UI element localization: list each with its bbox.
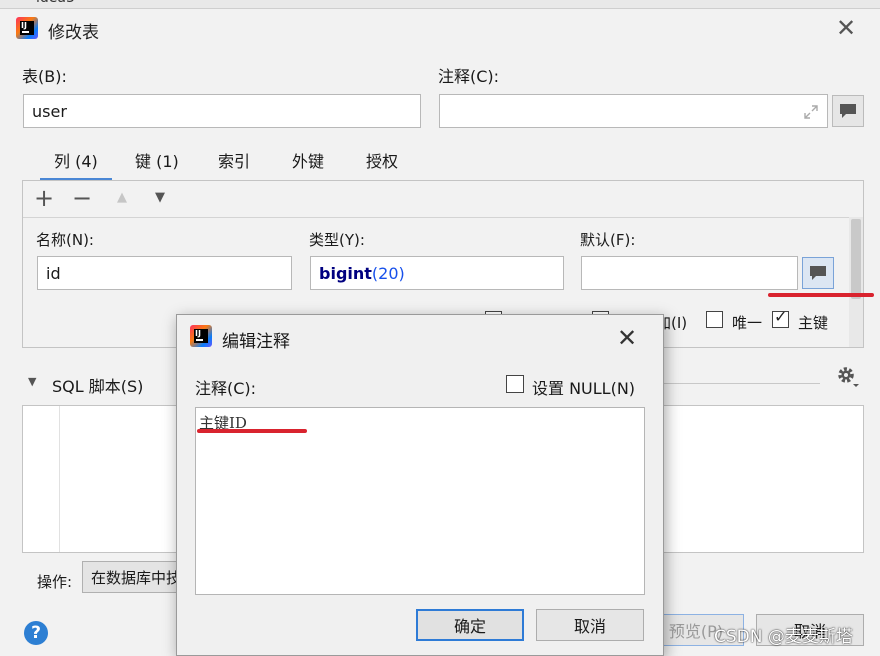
main-dialog-titlebar: IJ 修改表 ✕ <box>0 8 880 50</box>
expand-icon[interactable] <box>803 104 819 120</box>
table-comment-edit-button[interactable] <box>832 95 864 127</box>
intellij-logo-icon: IJ <box>16 17 38 39</box>
add-column-icon[interactable]: + <box>31 185 57 211</box>
csdn-watermark: CSDN @麦麦斯塔 <box>714 627 853 647</box>
column-type-label: 类型(Y): <box>309 231 365 249</box>
intellij-logo-icon: IJ <box>190 325 212 347</box>
tab-privileges[interactable]: 授权 <box>366 148 398 172</box>
comment-bubble-icon <box>810 266 826 280</box>
column-comment-edit-button[interactable] <box>802 257 834 289</box>
set-null-checkbox[interactable] <box>506 375 524 393</box>
table-name-label: 表(B): <box>22 67 67 86</box>
set-null-label: 设置 NULL(N) <box>532 379 636 398</box>
action-label: 操作: <box>37 573 73 591</box>
ok-button[interactable]: 确定 <box>416 609 524 641</box>
gear-icon[interactable] <box>836 365 860 389</box>
comment-bubble-icon <box>840 104 856 118</box>
tab-columns[interactable]: 列 (4) <box>40 148 112 181</box>
primary-key-checkbox[interactable] <box>772 307 789 328</box>
background-window-title: idea3 <box>36 0 75 6</box>
help-icon[interactable]: ? <box>24 621 48 645</box>
columns-scrollbar[interactable] <box>849 217 863 347</box>
move-down-icon[interactable]: ▼ <box>147 185 173 211</box>
sql-gutter <box>29 406 60 552</box>
column-type-input[interactable]: bigint (20) <box>310 256 564 290</box>
primary-key-label: 主键 <box>798 314 829 332</box>
annotation-underline <box>768 293 874 297</box>
edit-comment-cancel-button[interactable]: 取消 <box>536 609 644 641</box>
column-name-input[interactable]: id <box>37 256 292 290</box>
collapse-sql-icon[interactable]: ▼ <box>28 375 36 388</box>
table-comment-label: 注释(C): <box>438 67 500 86</box>
sql-section-label[interactable]: SQL 脚本(S) <box>52 373 143 397</box>
edit-comment-title: 编辑注释 <box>222 332 290 352</box>
table-name-input[interactable]: user <box>23 94 421 128</box>
column-default-input[interactable] <box>581 256 798 290</box>
tab-indexes[interactable]: 索引 <box>218 148 250 172</box>
main-dialog-title: 修改表 <box>48 23 99 43</box>
annotation-underline <box>197 429 307 433</box>
column-type-keyword: bigint <box>319 263 372 283</box>
tab-keys[interactable]: 键 (1) <box>135 148 179 172</box>
edit-comment-close-icon[interactable]: ✕ <box>617 326 637 350</box>
column-name-label: 名称(N): <box>36 231 94 249</box>
edit-comment-label: 注释(C): <box>195 379 257 398</box>
remove-column-icon[interactable]: − <box>69 185 95 211</box>
tab-foreign-keys[interactable]: 外键 <box>292 148 324 172</box>
unique-checkbox[interactable] <box>706 311 723 328</box>
edit-comment-dialog: IJ 编辑注释 ✕ 注释(C): 设置 NULL(N) 主键ID 确定 取消 <box>176 314 664 656</box>
main-dialog-close-icon[interactable]: ✕ <box>836 16 856 40</box>
column-type-args: (20) <box>371 263 405 283</box>
move-up-icon[interactable]: ▲ <box>109 185 135 211</box>
sql-section-divider <box>660 383 820 384</box>
column-default-label: 默认(F): <box>580 231 636 249</box>
comment-textarea[interactable]: 主键ID <box>195 407 645 595</box>
table-comment-input[interactable] <box>439 94 828 128</box>
columns-toolbar: + − ▲ ▼ <box>23 181 863 218</box>
unique-label: 唯一 <box>732 314 763 332</box>
